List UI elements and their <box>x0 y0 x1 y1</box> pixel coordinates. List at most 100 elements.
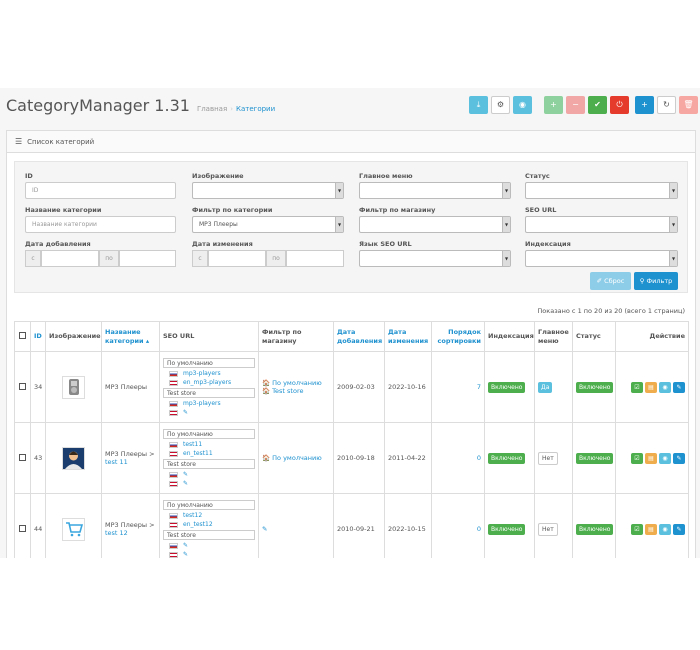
date-modified-to-input[interactable] <box>286 250 344 267</box>
folder-button[interactable]: ▤ <box>645 381 657 393</box>
reset-button[interactable]: ✐ Сброс <box>590 272 631 290</box>
col-date-modified[interactable]: Дата изменения <box>384 321 432 352</box>
seo-test-store-label: Test store <box>163 530 255 540</box>
delete-button[interactable]: 🗑 <box>679 96 698 114</box>
pencil-button[interactable]: ✎ <box>673 523 685 535</box>
row-sort-order: 0 <box>431 493 485 558</box>
seo-store-ru-value[interactable]: ✎ <box>183 542 188 549</box>
indexing-badge[interactable]: Включено <box>488 452 526 464</box>
status-badge[interactable]: Включено <box>576 381 614 393</box>
pencil-button[interactable]: ✎ <box>673 381 685 393</box>
eye-button[interactable]: ◉ <box>659 523 671 535</box>
page-title: CategoryManager 1.31 <box>6 96 190 115</box>
seo-default-en-value[interactable]: en_test11 <box>183 450 213 457</box>
seo-default-en-value[interactable]: en_mp3-players <box>183 379 231 386</box>
download-button[interactable]: ⤓ <box>469 96 488 114</box>
breadcrumb-current[interactable]: Категории <box>236 105 275 113</box>
seo-default-ru-value[interactable]: test12 <box>183 512 202 519</box>
row-name-text: MP3 Плееры > <box>105 521 155 529</box>
disable-menu-button[interactable]: − <box>566 96 585 114</box>
enable-button[interactable]: ✔ <box>588 96 607 114</box>
settings-button[interactable]: ⚙ <box>491 96 510 114</box>
row-indexing: Включено <box>484 422 535 494</box>
col-date-added[interactable]: Дата добавления <box>333 321 385 352</box>
eye-button[interactable]: ◉ <box>659 452 671 464</box>
date-to-addon: по <box>99 250 119 267</box>
date-modified-from-input[interactable] <box>208 250 266 267</box>
col-name[interactable]: Название категории ▴ <box>101 321 160 352</box>
breadcrumb-home[interactable]: Главная <box>197 105 227 113</box>
folder-button[interactable]: ▤ <box>645 523 657 535</box>
seo-store-ru-value[interactable]: ✎ <box>183 471 188 478</box>
main-menu-badge[interactable]: Нет <box>538 522 558 536</box>
filter-id-input[interactable]: ID <box>25 182 176 199</box>
plus-icon: + <box>550 100 557 109</box>
filter-seo-url-select[interactable]: ▼ <box>525 216 678 233</box>
store-filter-1[interactable]: 🏠 По умолчанию <box>262 379 330 387</box>
row-name-link[interactable]: test 11 <box>105 458 128 466</box>
seo-store-en-value[interactable]: ✎ <box>183 409 188 416</box>
store-filter-2[interactable]: 🏠 Test store <box>262 387 330 395</box>
status-badge[interactable]: Включено <box>576 523 614 535</box>
table-row: 43 MP3 Плееры > test 11 По умолчанию tes… <box>14 422 689 494</box>
date-added-to-input[interactable] <box>119 250 176 267</box>
eye-button[interactable]: ◉ <box>659 381 671 393</box>
pencil-button[interactable]: ✎ <box>673 452 685 464</box>
filter-date-modified-label: Дата изменения <box>192 240 253 248</box>
main-menu-badge[interactable]: Да <box>538 381 553 393</box>
flag-ru-icon <box>169 400 178 407</box>
filter-name-input[interactable]: Название категории <box>25 216 176 233</box>
status-badge[interactable]: Включено <box>576 452 614 464</box>
table-row: 34 MP3 Плееры По умолчанию mp3-players e… <box>14 351 689 423</box>
filter-status-select[interactable]: ▼ <box>525 182 678 199</box>
folder-icon: ▤ <box>648 525 654 533</box>
row-date-modified: 2022-10-16 <box>384 351 432 423</box>
col-id[interactable]: ID <box>30 321 46 352</box>
row-name-link[interactable]: test 12 <box>105 529 128 537</box>
folder-button[interactable]: ▤ <box>645 452 657 464</box>
add-button[interactable]: + <box>635 96 654 114</box>
filter-store-select[interactable]: ▼ <box>359 216 511 233</box>
flag-gb-icon <box>169 521 178 528</box>
check-list-button[interactable]: ☑ <box>631 523 643 535</box>
select-all-checkbox[interactable] <box>19 331 26 339</box>
store-filter-1[interactable]: 🏠 По умолчанию <box>262 454 330 462</box>
row-indexing: Включено <box>484 351 535 423</box>
check-list-button[interactable]: ☑ <box>631 452 643 464</box>
filter-indexing-select[interactable]: ▼ <box>525 250 678 267</box>
row-date-added: 2010-09-18 <box>333 422 385 494</box>
seo-default-en-value[interactable]: en_test12 <box>183 521 213 528</box>
seo-default-ru-value[interactable]: test11 <box>183 441 202 448</box>
filter-image-select[interactable]: ▼ <box>192 182 344 199</box>
seo-store-en-value[interactable]: ✎ <box>183 480 188 487</box>
store-filter-1[interactable]: ✎ <box>262 525 330 533</box>
check-list-button[interactable]: ☑ <box>631 381 643 393</box>
refresh-button[interactable]: ↻ <box>657 96 676 114</box>
col-indexing: Индексация <box>484 321 535 352</box>
seo-default-ru: mp3-players <box>163 369 255 378</box>
filter-date-added-label: Дата добавления <box>25 240 91 248</box>
row-checkbox[interactable] <box>19 453 26 461</box>
filter-seo-lang-select[interactable]: ▼ <box>359 250 511 267</box>
seo-default-ru-value[interactable]: mp3-players <box>183 370 221 377</box>
row-checkbox[interactable] <box>19 524 26 532</box>
indexing-badge[interactable]: Включено <box>488 523 526 535</box>
category-list-panel: ☰ Список категорий ID ID Изображение ▼ Г… <box>6 130 696 558</box>
enable-menu-button[interactable]: + <box>544 96 563 114</box>
row-date-modified: 2022-10-15 <box>384 493 432 558</box>
main-menu-badge[interactable]: Нет <box>538 451 558 465</box>
category-thumbnail-ipod <box>62 375 85 399</box>
filter-button[interactable]: ⚲ Фильтр <box>634 272 678 290</box>
filter-category-select[interactable]: MP3 Плееры ▼ <box>192 216 344 233</box>
view-button[interactable]: ◉ <box>513 96 532 114</box>
filter-main-menu-select[interactable]: ▼ <box>359 182 511 199</box>
col-sort-order[interactable]: Порядок сортировки <box>431 321 485 352</box>
row-checkbox[interactable] <box>19 382 26 390</box>
seo-store-en-value[interactable]: ✎ <box>183 551 188 558</box>
folder-icon: ▤ <box>648 383 654 391</box>
disable-button[interactable]: ⏻ <box>610 96 629 114</box>
date-added-from-input[interactable] <box>41 250 99 267</box>
indexing-badge[interactable]: Включено <box>488 381 526 393</box>
seo-store-ru-value[interactable]: mp3-players <box>183 400 221 407</box>
row-image-cell <box>45 493 102 558</box>
